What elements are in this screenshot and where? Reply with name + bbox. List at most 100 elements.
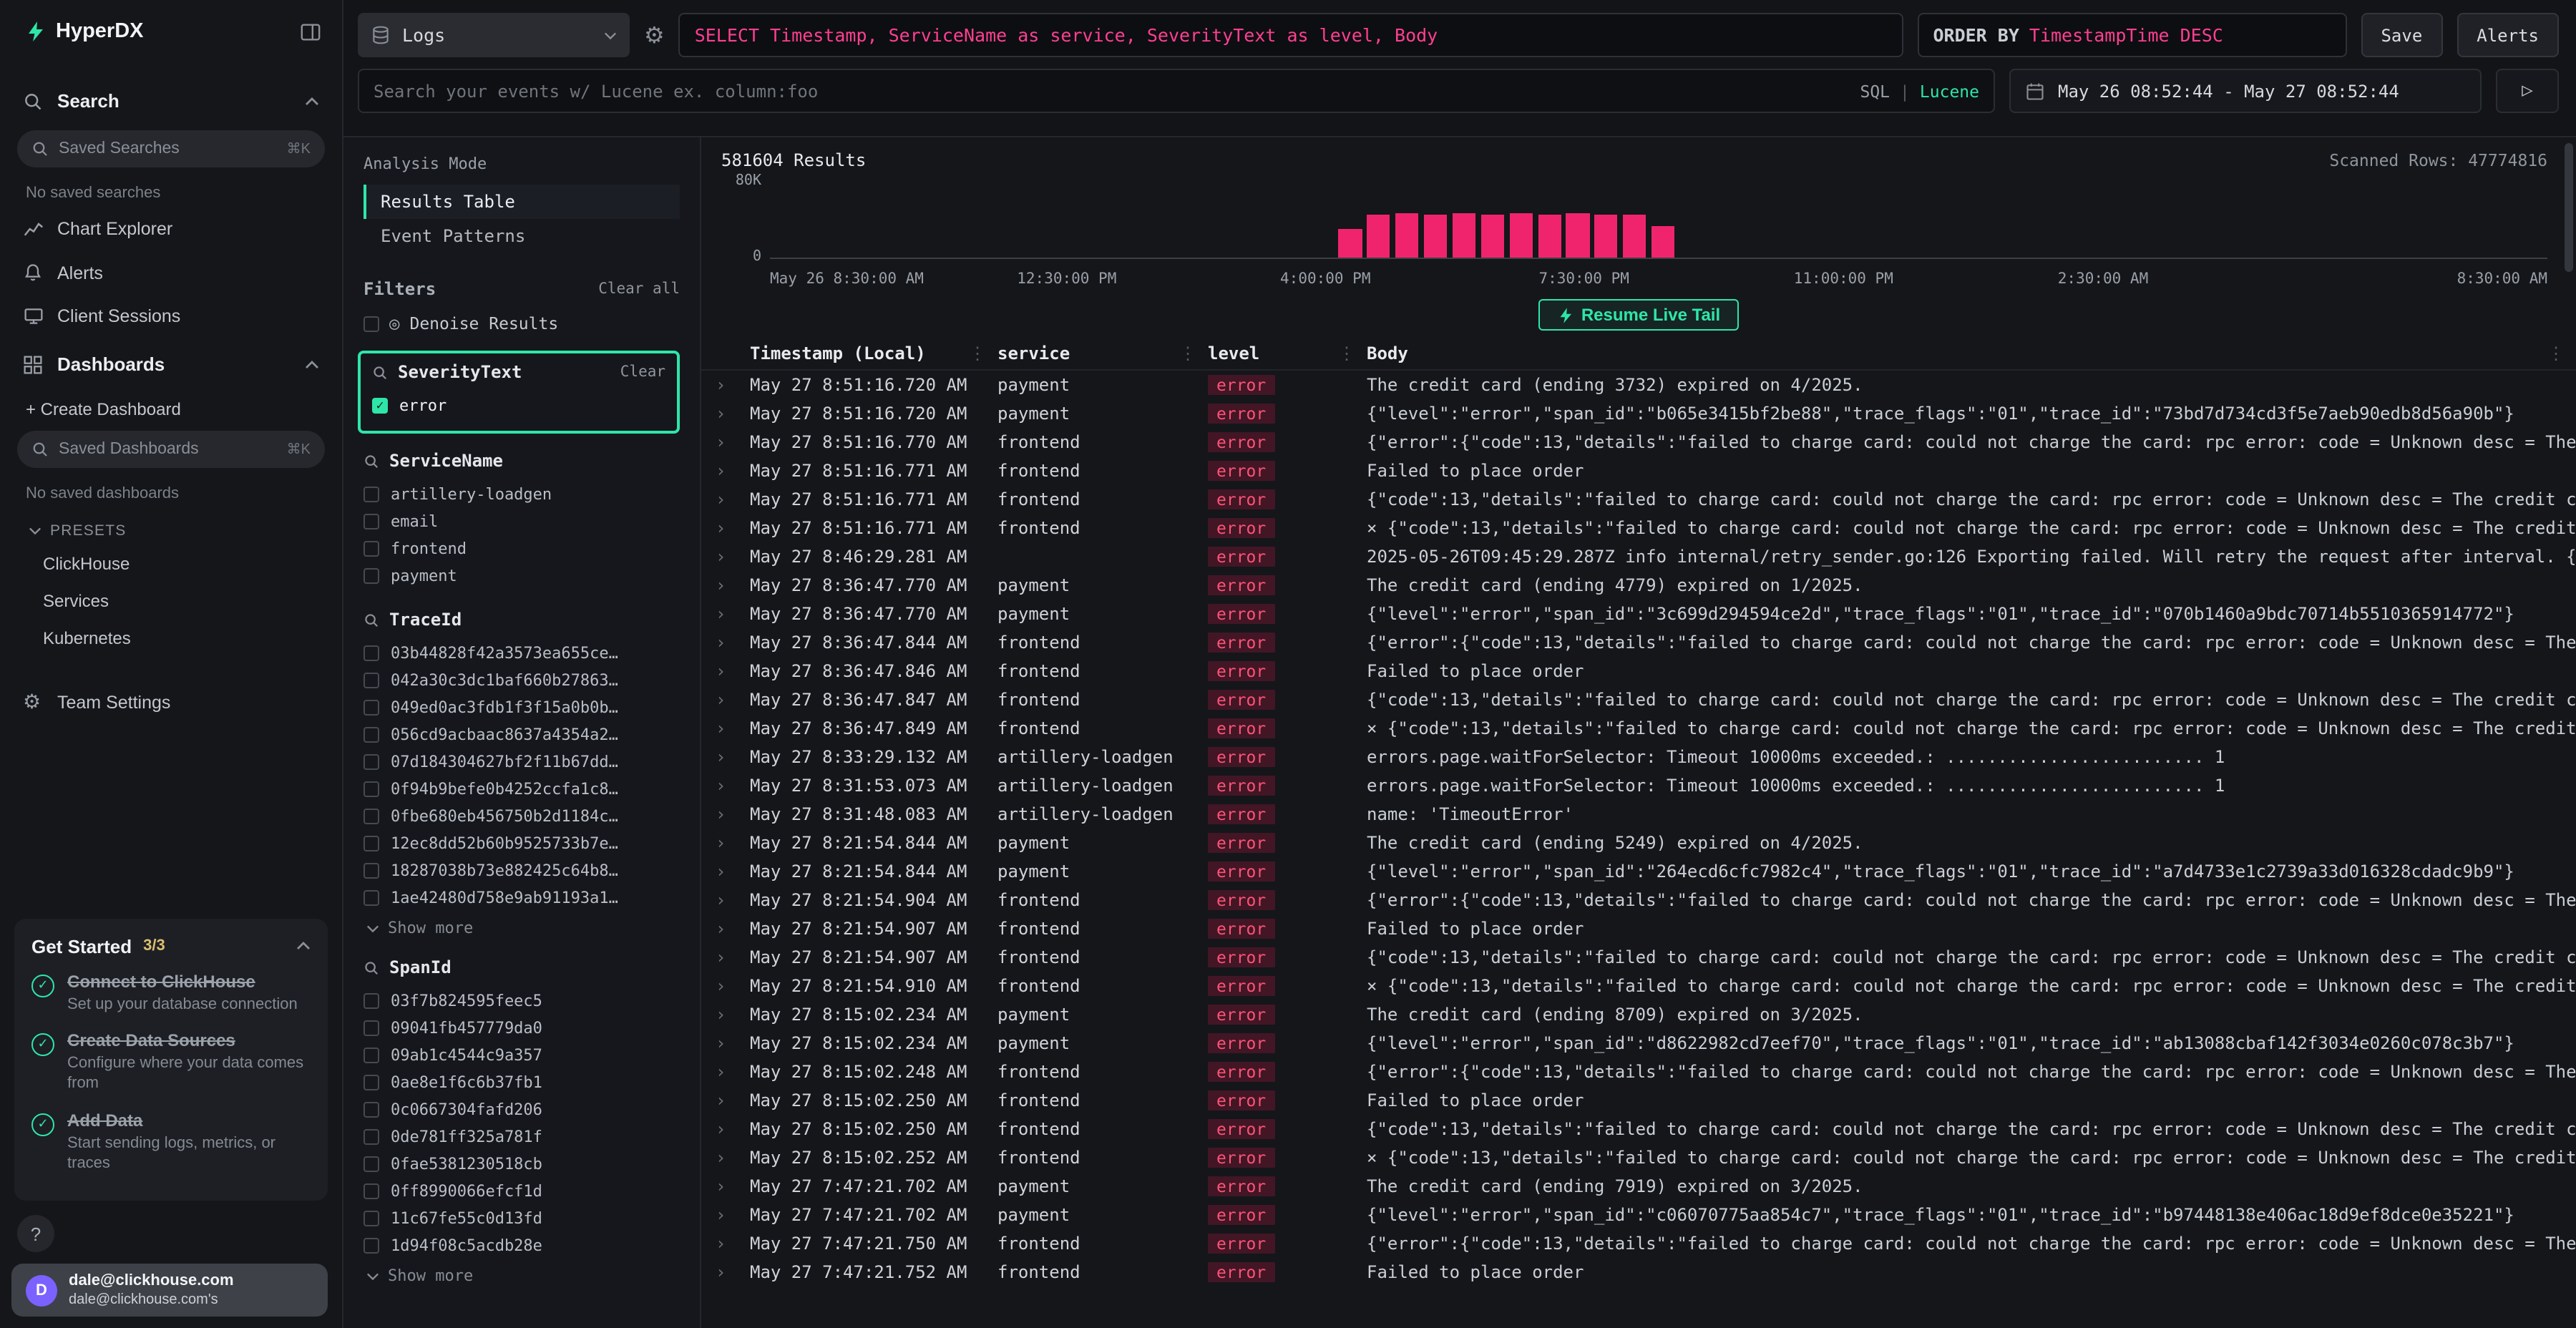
row-expand-icon[interactable]: › <box>713 833 750 853</box>
chevron-up-icon[interactable] <box>296 942 311 951</box>
checkbox[interactable] <box>364 514 379 529</box>
sidebar-item-preset[interactable]: ClickHouse <box>0 545 342 582</box>
mode-event-patterns[interactable]: Event Patterns <box>364 219 680 253</box>
collapse-sidebar-icon[interactable] <box>299 21 322 42</box>
row-expand-icon[interactable]: › <box>713 1262 750 1282</box>
denoise-results-checkbox[interactable]: ◎ Denoise Results <box>364 313 680 333</box>
histogram-bar[interactable] <box>1481 214 1504 258</box>
mode-results-table[interactable]: Results Table <box>364 185 680 219</box>
user-menu[interactable]: D dale@clickhouse.com dale@clickhouse.co… <box>11 1264 328 1317</box>
histogram-bar[interactable] <box>1652 226 1674 258</box>
source-settings-gear-icon[interactable]: ⚙ <box>644 21 665 49</box>
table-row[interactable]: ›May 27 8:51:16.770 AMfrontenderror{"err… <box>713 428 2576 456</box>
checkbox[interactable] <box>364 541 379 557</box>
facet-item[interactable]: 0ff8990066efcf1d <box>364 1178 680 1205</box>
row-expand-icon[interactable]: › <box>713 919 750 939</box>
histogram-bar[interactable] <box>1453 213 1475 258</box>
checkbox[interactable] <box>364 754 379 770</box>
source-select[interactable]: Logs <box>358 13 630 57</box>
checkbox[interactable] <box>364 673 379 688</box>
row-expand-icon[interactable]: › <box>713 575 750 595</box>
row-expand-icon[interactable]: › <box>713 1205 750 1225</box>
save-button[interactable]: Save <box>2361 13 2442 57</box>
sidebar-item-preset[interactable]: Kubernetes <box>0 620 342 657</box>
row-expand-icon[interactable]: › <box>713 489 750 509</box>
table-row[interactable]: ›May 27 8:51:16.771 AMfrontenderror{"cod… <box>713 485 2576 514</box>
checkbox[interactable] <box>364 1211 379 1226</box>
checkbox[interactable] <box>364 1238 379 1254</box>
facet-item[interactable]: 03f7b824595feec5 <box>364 987 680 1015</box>
facet-item[interactable]: 09041fb457779da0 <box>364 1015 680 1042</box>
table-row[interactable]: ›May 27 8:36:47.770 AMpaymenterror{"leve… <box>713 600 2576 628</box>
checkbox[interactable] <box>364 1048 379 1063</box>
row-expand-icon[interactable]: › <box>713 1119 750 1139</box>
facet-item[interactable]: 18287038b73e882425c64b8… <box>364 857 680 884</box>
facet-item[interactable]: ✓error <box>372 392 665 419</box>
facet-item[interactable]: 0c0667304fafd206 <box>364 1096 680 1123</box>
histogram-bar[interactable] <box>1509 213 1532 258</box>
column-menu-icon[interactable]: ⋮ <box>1338 343 1367 363</box>
sql-select-input[interactable]: SELECT Timestamp, ServiceName as service… <box>679 13 1903 57</box>
checkbox[interactable] <box>364 781 379 797</box>
histogram-bar[interactable] <box>1395 213 1418 258</box>
event-search-box[interactable]: SQL | Lucene <box>358 69 1995 113</box>
row-expand-icon[interactable]: › <box>713 947 750 967</box>
histogram-bar[interactable] <box>1566 213 1589 258</box>
facet-item[interactable]: 056cd9acbaac8637a4354a2… <box>364 721 680 748</box>
row-expand-icon[interactable]: › <box>713 432 750 452</box>
table-row[interactable]: ›May 27 7:47:21.702 AMpaymenterror{"leve… <box>713 1201 2576 1229</box>
row-expand-icon[interactable]: › <box>713 861 750 882</box>
table-row[interactable]: ›May 27 8:15:02.250 AMfrontenderrorFaile… <box>713 1086 2576 1115</box>
facet-item[interactable]: 0ae8e1f6c6b37fb1 <box>364 1069 680 1096</box>
facet-clear-button[interactable]: Clear <box>620 363 665 381</box>
table-row[interactable]: ›May 27 8:21:54.844 AMpaymenterrorThe cr… <box>713 829 2576 857</box>
checkbox[interactable] <box>364 863 379 879</box>
show-more-button[interactable]: Show more <box>364 912 680 937</box>
row-expand-icon[interactable]: › <box>713 890 750 910</box>
checkbox[interactable] <box>364 1156 379 1172</box>
histogram-bar[interactable] <box>1367 214 1390 258</box>
checkbox[interactable] <box>364 809 379 824</box>
table-row[interactable]: ›May 27 8:21:54.910 AMfrontenderror× {"c… <box>713 972 2576 1000</box>
checkbox[interactable] <box>364 487 379 502</box>
presets-toggle[interactable]: PRESETS <box>0 508 342 545</box>
column-header-timestamp[interactable]: Timestamp (Local) ⋮ <box>750 343 997 363</box>
column-menu-icon[interactable]: ⋮ <box>969 343 997 363</box>
row-expand-icon[interactable]: › <box>713 461 750 481</box>
row-expand-icon[interactable]: › <box>713 1176 750 1196</box>
facet-item[interactable]: 09ab1c4544c9a357 <box>364 1042 680 1069</box>
checkbox[interactable] <box>364 645 379 661</box>
histogram-bar[interactable] <box>1595 214 1618 258</box>
row-expand-icon[interactable]: › <box>713 518 750 538</box>
row-expand-icon[interactable]: › <box>713 776 750 796</box>
table-row[interactable]: ›May 27 8:21:54.904 AMfrontenderror{"err… <box>713 886 2576 914</box>
table-row[interactable]: ›May 27 8:31:53.073 AMartillery-loadgene… <box>713 771 2576 800</box>
alerts-button[interactable]: Alerts <box>2457 13 2559 57</box>
table-row[interactable]: ›May 27 8:31:48.083 AMartillery-loadgene… <box>713 800 2576 829</box>
event-search-input[interactable] <box>374 81 1860 101</box>
facet-item[interactable]: 0de781ff325a781f <box>364 1123 680 1151</box>
table-row[interactable]: ›May 27 8:15:02.234 AMpaymenterrorThe cr… <box>713 1000 2576 1029</box>
run-query-button[interactable]: ▷ <box>2496 69 2559 113</box>
facet-item[interactable]: 07d184304627bf2f11b67dd… <box>364 748 680 776</box>
table-row[interactable]: ›May 27 7:47:21.702 AMpaymenterrorThe cr… <box>713 1172 2576 1201</box>
lucene-toggle[interactable]: Lucene <box>1920 81 1979 101</box>
histogram-bar[interactable] <box>1424 215 1447 258</box>
checkbox[interactable] <box>364 993 379 1009</box>
row-expand-icon[interactable]: › <box>713 690 750 710</box>
table-row[interactable]: ›May 27 8:51:16.720 AMpaymenterrorThe cr… <box>713 371 2576 399</box>
checkbox[interactable]: ✓ <box>372 398 388 414</box>
table-row[interactable]: ›May 27 7:47:21.750 AMfrontenderror{"err… <box>713 1229 2576 1258</box>
table-row[interactable]: ›May 27 8:36:47.847 AMfrontenderror{"cod… <box>713 685 2576 714</box>
sql-toggle[interactable]: SQL <box>1860 81 1890 101</box>
table-row[interactable]: ›May 27 8:15:02.248 AMfrontenderror{"err… <box>713 1058 2576 1086</box>
table-row[interactable]: ›May 27 8:15:02.252 AMfrontenderror× {"c… <box>713 1143 2576 1172</box>
facet-item[interactable]: frontend <box>364 535 680 562</box>
table-row[interactable]: ›May 27 8:36:47.770 AMpaymenterrorThe cr… <box>713 571 2576 600</box>
sidebar-item-client-sessions[interactable]: Client Sessions <box>0 295 342 338</box>
create-dashboard-button[interactable]: + Create Dashboard <box>0 388 342 425</box>
saved-dashboards-input[interactable]: Saved Dashboards ⌘K <box>17 431 325 468</box>
checkbox[interactable] <box>364 1183 379 1199</box>
row-expand-icon[interactable]: › <box>713 804 750 824</box>
table-row[interactable]: ›May 27 7:47:21.752 AMfrontenderrorFaile… <box>713 1258 2576 1286</box>
